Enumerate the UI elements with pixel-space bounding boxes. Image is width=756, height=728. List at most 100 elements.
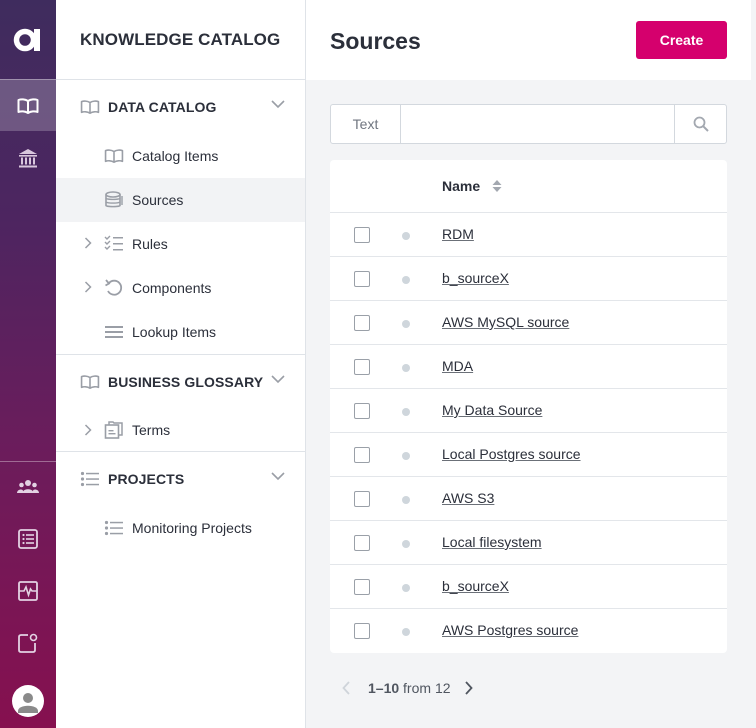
prev-page-button[interactable] [342,681,350,695]
main-content: Sources Create Text Name RDM b_sourceX AWS… [306,0,756,728]
table-row: b_sourceX [330,565,727,609]
bullet-list-icon [104,520,123,536]
row-checkbox[interactable] [354,315,370,331]
section-projects: PROJECTS Monitoring Projects [56,452,305,550]
nav-item-label: Catalog Items [132,148,219,164]
table-row: AWS Postgres source [330,609,727,653]
chevron-down-icon[interactable] [271,99,285,109]
book-open-icon [80,100,100,115]
section-header-data-catalog[interactable]: DATA CATALOG [56,80,305,134]
source-name-link[interactable]: Local Postgres source [442,446,581,462]
nav-item-lookup-items[interactable]: Lookup Items [56,310,305,354]
nav-item-catalog-items[interactable]: Catalog Items [56,134,305,178]
table-body: RDM b_sourceX AWS MySQL source MDA My Data S… [330,213,727,653]
list-icon [18,529,38,549]
row-checkbox[interactable] [354,491,370,507]
nav-item-sources[interactable]: Sources [56,178,305,222]
table-row: Local Postgres source [330,433,727,477]
rail-data-quality[interactable] [0,132,56,184]
nav-item-terms[interactable]: Terms [56,409,305,451]
row-checkbox[interactable] [354,579,370,595]
nav-item-label: Terms [132,422,171,438]
rail-users[interactable] [0,461,56,513]
nav-item-label: Monitoring Projects [132,520,252,536]
source-name-link[interactable]: MDA [442,358,473,374]
app-logo[interactable] [0,0,56,80]
chevron-right-icon[interactable] [84,281,92,293]
nav-item-label: Lookup Items [132,324,217,340]
status-dot [402,276,410,284]
search-bar: Text [330,104,727,144]
column-header-name[interactable]: Name [442,178,502,194]
chevron-down-icon[interactable] [271,471,285,481]
source-name-link[interactable]: AWS S3 [442,490,494,506]
row-checkbox[interactable] [354,623,370,639]
logo-icon [13,28,40,52]
section-header-projects[interactable]: PROJECTS [56,452,305,506]
page-header: Sources Create [306,0,751,80]
row-checkbox[interactable] [354,535,370,551]
column-label: Name [442,178,481,194]
chevron-right-icon [464,681,473,695]
status-dot [402,584,410,592]
search-button[interactable] [674,105,726,143]
pulse-icon [18,581,38,601]
notification-icon [18,633,38,653]
source-name-link[interactable]: My Data Source [442,402,542,418]
row-checkbox[interactable] [354,403,370,419]
table-row: AWS S3 [330,477,727,521]
pagination: 1–10 from 12 [342,678,473,698]
status-dot [402,232,410,240]
table-row: AWS MySQL source [330,301,727,345]
nav-item-label: Rules [132,236,168,252]
source-name-link[interactable]: RDM [442,226,474,242]
app-rail [0,0,56,728]
status-dot [402,496,410,504]
users-icon [17,480,39,493]
nav-item-rules[interactable]: Rules [56,222,305,266]
table-row: Local filesystem [330,521,727,565]
source-name-link[interactable]: b_sourceX [442,270,509,286]
chevron-down-icon[interactable] [271,374,285,384]
rail-notifications[interactable] [0,617,56,669]
nav-item-label: Sources [132,192,184,208]
chevron-right-icon[interactable] [84,424,92,436]
pagination-text: 1–10 from 12 [368,680,451,696]
rail-knowledge-catalog[interactable] [0,79,56,131]
next-page-button[interactable] [464,681,473,695]
book-open-icon [104,149,124,164]
create-button[interactable]: Create [636,21,727,59]
table-header: Name [330,160,727,213]
status-dot [402,628,410,636]
page-title: Sources [330,28,421,54]
source-name-link[interactable]: AWS Postgres source [442,622,578,638]
row-checkbox[interactable] [354,227,370,243]
table-row: b_sourceX [330,257,727,301]
table-row: MDA [330,345,727,389]
rail-monitoring[interactable] [0,565,56,617]
row-checkbox[interactable] [354,271,370,287]
nav-item-monitoring-projects[interactable]: Monitoring Projects [56,506,305,550]
checklist-icon [104,235,123,251]
row-checkbox[interactable] [354,359,370,375]
source-name-link[interactable]: b_sourceX [442,578,509,594]
source-name-link[interactable]: Local filesystem [442,534,542,550]
nav-item-components[interactable]: Components [56,266,305,310]
user-avatar[interactable] [12,685,44,717]
source-name-link[interactable]: AWS MySQL source [442,314,569,330]
search-type-select[interactable]: Text [331,105,401,143]
section-data-catalog: DATA CATALOG Catalog Items Sources Rules… [56,80,305,355]
chevron-right-icon[interactable] [84,237,92,249]
section-business-glossary: BUSINESS GLOSSARY Terms [56,355,305,452]
table-row: My Data Source [330,389,727,433]
section-label: DATA CATALOG [108,99,217,115]
section-header-business-glossary[interactable]: BUSINESS GLOSSARY [56,355,305,409]
undo-icon [105,279,123,296]
book-open-icon [17,97,39,114]
user-avatar-icon [18,693,38,713]
table-row: RDM [330,213,727,257]
section-label: PROJECTS [108,471,185,487]
rail-list[interactable] [0,513,56,565]
row-checkbox[interactable] [354,447,370,463]
search-input[interactable] [401,105,674,143]
